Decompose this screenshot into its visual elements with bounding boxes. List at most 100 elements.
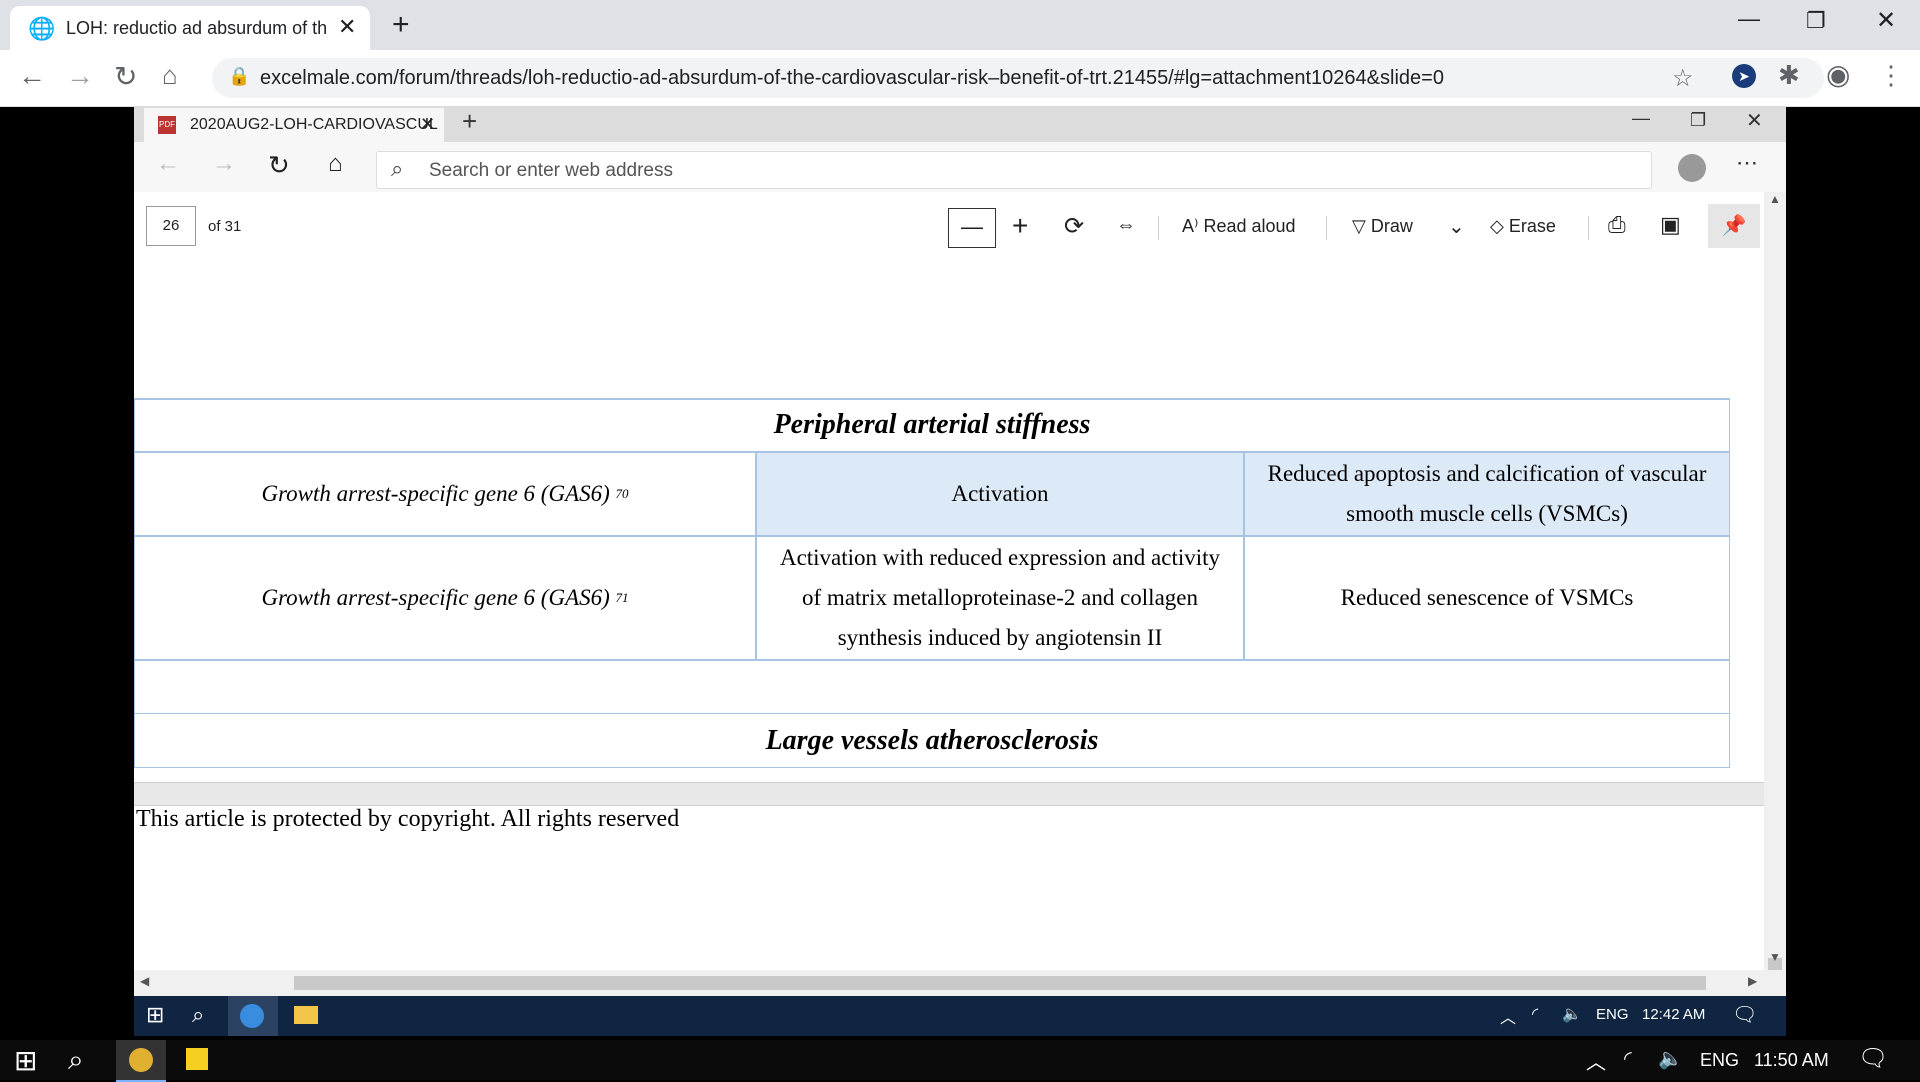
edge-refresh-icon[interactable]: ↻ <box>268 150 290 181</box>
chevron-up-icon[interactable]: ︿ <box>1500 1004 1516 1028</box>
edge-close-icon[interactable]: ✕ <box>1746 108 1763 133</box>
scroll-left-icon[interactable]: ◀ <box>140 974 149 988</box>
new-tab-icon[interactable]: + <box>392 8 410 42</box>
search-icon[interactable]: ⌕ <box>192 1002 204 1028</box>
language-indicator[interactable]: ENG <box>1596 1006 1629 1023</box>
section-title-peripheral: Peripheral arterial stiffness <box>134 398 1730 452</box>
print-icon[interactable]: ⎙ <box>1608 212 1626 238</box>
zoom-out-button[interactable]: — <box>948 208 996 248</box>
close-window-icon[interactable]: ✕ <box>1876 6 1896 35</box>
close-tab-icon[interactable]: ✕ <box>338 14 356 40</box>
section-title-large-vessels: Large vessels atherosclerosis <box>134 714 1730 768</box>
windows-start-icon[interactable]: ⊞ <box>14 1044 37 1077</box>
erase-label: Erase <box>1508 216 1556 236</box>
toolbar-divider <box>1158 216 1159 240</box>
notification-icon[interactable]: 🗨 <box>1858 1044 1888 1073</box>
language-indicator[interactable]: ENG <box>1700 1050 1739 1071</box>
omnibox[interactable]: 🔒 excelmale.com/forum/threads/loh-reduct… <box>212 58 1824 98</box>
network-icon[interactable]: ◜ <box>1532 1004 1538 1024</box>
chrome-taskbar-button[interactable] <box>116 1040 166 1082</box>
search-icon[interactable]: ⌕ <box>68 1044 84 1077</box>
forward-icon[interactable]: → <box>66 60 94 92</box>
pin-toolbar-icon[interactable]: 📌 <box>1708 204 1760 248</box>
minimize-icon[interactable]: — <box>1738 6 1760 32</box>
erase-button[interactable]: ◇ Erase <box>1490 216 1556 237</box>
effect-line: Activation with reduced expression and a… <box>779 545 1221 570</box>
scroll-down-icon[interactable]: ▼ <box>1769 950 1781 964</box>
draw-label: Draw <box>1370 216 1413 236</box>
page-total: of 31 <box>208 218 242 235</box>
rotate-icon[interactable]: ⟳ <box>1064 212 1084 241</box>
puzzle-icon[interactable]: ✱ <box>1778 60 1800 91</box>
toolbar-divider <box>1326 216 1327 240</box>
edge-address-bar[interactable]: ⌕ Search or enter web address <box>376 151 1652 189</box>
draw-icon: ▽ <box>1352 216 1366 236</box>
bookmark-star-icon[interactable]: ☆ <box>1672 64 1694 93</box>
home-icon[interactable]: ⌂ <box>162 60 178 91</box>
edge-tab[interactable]: PDF 2020AUG2-LOH-CARDIOVASCUL ✕ <box>144 108 444 142</box>
windows-start-icon[interactable]: ⊞ <box>146 1002 164 1028</box>
edge-more-icon[interactable]: ⋯ <box>1736 150 1758 176</box>
edge-back-icon[interactable]: ← <box>156 150 180 178</box>
fit-page-icon[interactable]: ⇔ <box>1116 214 1136 237</box>
edge-restore-icon[interactable]: ❐ <box>1690 110 1706 131</box>
effect-line: synthesis induced by angiotensin II <box>837 625 1163 650</box>
chrome-tab[interactable]: 🌐 LOH: reductio ad absurdum of th ✕ <box>10 6 370 50</box>
edge-profile-icon[interactable] <box>1678 154 1706 182</box>
edge-forward-icon[interactable]: → <box>212 150 236 178</box>
gene-name: Growth arrest-specific gene 6 (GAS6) <box>261 481 610 506</box>
volume-icon[interactable]: 🔈 <box>1562 1004 1582 1024</box>
chrome-tab-title: LOH: reductio ad absurdum of th <box>66 18 328 38</box>
globe-icon: 🌐 <box>28 16 56 41</box>
extension-icon[interactable]: ➤ <box>1732 64 1756 88</box>
edge-taskbar-button[interactable] <box>228 996 278 1036</box>
lock-icon: 🔒 <box>228 66 251 86</box>
read-aloud-button[interactable]: A⁾ Read aloud <box>1182 216 1296 237</box>
save-icon[interactable]: ▣ <box>1660 212 1681 238</box>
pdf-page: Peripheral arterial stiffness Growth arr… <box>134 250 1764 926</box>
volume-icon[interactable]: 🔈 <box>1658 1046 1683 1071</box>
file-explorer-icon[interactable] <box>294 1006 318 1024</box>
horizontal-scrollbar[interactable]: ◀ ▶ <box>134 970 1786 996</box>
chevron-down-icon[interactable]: ⌄ <box>1448 214 1465 239</box>
menu-icon[interactable]: ⋮ <box>1878 60 1904 91</box>
clock[interactable]: 11:50 AM <box>1754 1050 1829 1071</box>
vertical-scrollbar[interactable]: ▲ ▼ <box>1764 192 1786 972</box>
edge-browser-icon <box>240 1004 264 1028</box>
sticky-notes-icon[interactable] <box>186 1048 208 1070</box>
table-empty-row <box>134 660 1730 714</box>
draw-button[interactable]: ▽ Draw <box>1352 216 1413 237</box>
read-aloud-label: Read aloud <box>1203 216 1296 236</box>
scroll-right-icon[interactable]: ▶ <box>1748 974 1757 988</box>
effect-line: of matrix metalloproteinase-2 and collag… <box>802 585 1198 610</box>
outcome-line: Reduced apoptosis and calcification of v… <box>1267 461 1707 486</box>
url-text[interactable]: excelmale.com/forum/threads/loh-reductio… <box>260 67 1444 90</box>
gene-name: Growth arrest-specific gene 6 (GAS6) <box>261 585 610 610</box>
read-aloud-icon: A⁾ <box>1182 216 1199 236</box>
page-number-input[interactable]: 26 <box>146 206 196 246</box>
table-cell-effect: Activation <box>756 452 1244 536</box>
scroll-up-icon[interactable]: ▲ <box>1769 192 1781 206</box>
back-icon[interactable]: ← <box>18 60 46 92</box>
chevron-up-icon[interactable]: ︿ <box>1586 1046 1606 1075</box>
reload-icon[interactable]: ↻ <box>114 60 137 93</box>
close-edge-tab-icon[interactable]: ✕ <box>420 114 435 135</box>
restore-icon[interactable]: ❐ <box>1806 8 1826 34</box>
notification-icon[interactable]: 🗨 <box>1732 1002 1757 1027</box>
zoom-in-button[interactable]: + <box>1012 210 1028 242</box>
edge-home-icon[interactable]: ⌂ <box>328 150 343 178</box>
clock[interactable]: 12:42 AM <box>1642 1006 1705 1023</box>
edge-address-placeholder: Search or enter web address <box>429 160 673 181</box>
table-cell-effect: Activation with reduced expression and a… <box>756 536 1244 660</box>
edge-new-tab-icon[interactable]: + <box>462 106 477 137</box>
url-path: /forum/threads/loh-reductio-ad-absurdum-… <box>393 67 1444 89</box>
eraser-icon: ◇ <box>1490 216 1504 236</box>
profile-icon[interactable]: ◉ <box>1826 58 1850 91</box>
edge-minimize-icon[interactable]: — <box>1632 108 1650 129</box>
inner-taskbar: ⊞ ⌕ ︿ ◜ 🔈 ENG 12:42 AM 🗨 <box>134 996 1786 1036</box>
network-icon[interactable]: ◜ <box>1624 1046 1632 1071</box>
scrollbar-thumb[interactable] <box>294 976 1706 990</box>
table-cell-outcome: Reduced senescence of VSMCs <box>1244 536 1730 660</box>
toolbar-divider <box>1588 216 1589 240</box>
edge-window: PDF 2020AUG2-LOH-CARDIOVASCUL ✕ + — ❐ ✕ … <box>134 106 1786 1036</box>
